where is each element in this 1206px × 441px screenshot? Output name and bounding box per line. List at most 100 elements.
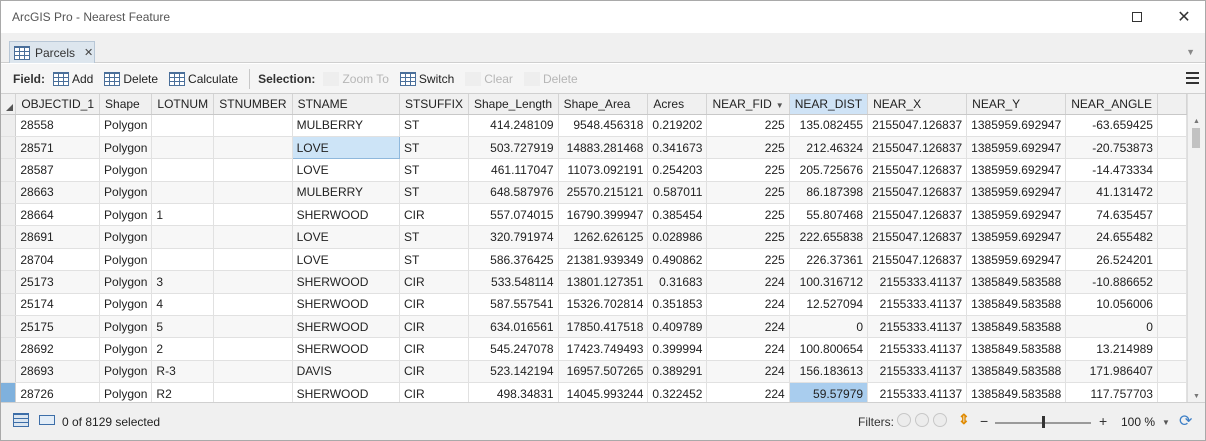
table-cell[interactable]: 2155047.126837 (867, 158, 968, 182)
table-cell[interactable]: ST (399, 248, 469, 272)
zoom-in-button[interactable]: + (1099, 413, 1107, 429)
table-cell[interactable]: 533.548114 (468, 270, 559, 294)
zoom-dropdown-icon[interactable]: ▼ (1162, 418, 1170, 427)
column-header-shape-length[interactable]: Shape_Length (468, 94, 559, 115)
table-cell[interactable]: 28571 (15, 136, 101, 160)
table-cell[interactable]: 587.557541 (468, 293, 559, 317)
table-cell[interactable]: 14045.993244 (558, 382, 649, 402)
extent-filter-icon[interactable] (897, 413, 911, 427)
column-header-near-fid[interactable]: NEAR_FID ▼ (706, 94, 790, 115)
table-cell[interactable]: 24.655482 (1065, 225, 1158, 249)
table-cell[interactable]: 225 (706, 181, 790, 205)
row-selector[interactable] (1, 360, 17, 384)
menu-icon[interactable] (1186, 72, 1199, 84)
table-cell[interactable]: 1385959.692947 (966, 248, 1067, 272)
table-cell[interactable]: 225 (706, 114, 790, 137)
select-all-corner[interactable] (1, 94, 17, 115)
table-cell[interactable]: 1385959.692947 (966, 225, 1067, 249)
table-cell[interactable]: 86.187398 (789, 181, 869, 205)
table-cell[interactable] (213, 114, 293, 137)
table-cell[interactable]: 226.37361 (789, 248, 869, 272)
table-cell[interactable]: 25175 (15, 315, 101, 339)
table-cell[interactable]: 16957.507265 (558, 360, 649, 384)
table-cell[interactable]: 2155047.126837 (867, 114, 968, 137)
table-cell[interactable]: 1385849.583588 (966, 382, 1067, 402)
table-cell[interactable]: MULBERRY (292, 181, 400, 205)
table-cell[interactable]: 222.655838 (789, 225, 869, 249)
row-selector[interactable] (1, 337, 17, 361)
show-selected-records-icon[interactable] (39, 415, 55, 425)
row-selector[interactable] (1, 225, 17, 249)
table-cell[interactable] (151, 158, 215, 182)
table-cell[interactable]: 17423.749493 (558, 337, 649, 361)
table-cell[interactable]: LOVE (292, 158, 400, 182)
table-cell[interactable] (151, 225, 215, 249)
table-cell[interactable]: Polygon (99, 337, 153, 361)
table-cell[interactable]: Polygon (99, 315, 153, 339)
table-cell[interactable]: 1385959.692947 (966, 158, 1067, 182)
table-cell[interactable]: 74.635457 (1065, 203, 1158, 227)
table-cell[interactable]: SHERWOOD (292, 293, 400, 317)
table-cell[interactable]: 1385959.692947 (966, 181, 1067, 205)
table-cell[interactable]: 3 (151, 270, 215, 294)
table-cell[interactable]: ST (399, 158, 469, 182)
table-cell[interactable]: 2155047.126837 (867, 248, 968, 272)
table-cell[interactable] (213, 203, 293, 227)
table-cell[interactable]: 100.800654 (789, 337, 869, 361)
table-cell[interactable]: 1385959.692947 (966, 203, 1067, 227)
table-cell[interactable]: 25174 (15, 293, 101, 317)
table-cell[interactable]: 1385849.583588 (966, 315, 1067, 339)
table-cell[interactable]: 11073.092191 (558, 158, 649, 182)
table-cell[interactable]: 0.587011 (647, 181, 708, 205)
table-cell[interactable]: 25570.215121 (558, 181, 649, 205)
table-cell[interactable]: 523.142194 (468, 360, 559, 384)
table-cell[interactable]: Polygon (99, 270, 153, 294)
table-cell[interactable]: 0 (1065, 315, 1158, 339)
table-cell[interactable] (213, 382, 293, 402)
row-selector[interactable] (1, 248, 17, 272)
tab-close-icon[interactable]: ✕ (84, 46, 93, 59)
table-cell[interactable]: CIR (399, 315, 469, 339)
table-cell[interactable]: Polygon (99, 158, 153, 182)
table-cell[interactable]: 225 (706, 203, 790, 227)
table-cell[interactable]: SHERWOOD (292, 337, 400, 361)
table-cell[interactable]: 498.34831 (468, 382, 559, 402)
table-cell[interactable]: 28587 (15, 158, 101, 182)
table-cell[interactable]: 205.725676 (789, 158, 869, 182)
table-cell[interactable]: 28558 (15, 114, 101, 137)
switch-selection-button[interactable]: Switch (399, 71, 454, 86)
table-cell[interactable] (213, 360, 293, 384)
table-cell[interactable]: Polygon (99, 114, 153, 137)
table-cell[interactable]: 224 (706, 315, 790, 339)
table-row[interactable]: 28664 Polygon 1 SHERWOOD CIR 557.074015 16790.… (1, 203, 1187, 227)
table-cell[interactable]: 28692 (15, 337, 101, 361)
table-row[interactable]: 28692 Polygon 2 SHERWOOD CIR 545.247078 17423.… (1, 337, 1187, 361)
table-cell[interactable]: 2155333.41137 (867, 337, 968, 361)
table-row[interactable]: 28726 Polygon R2 SHERWOOD CIR 498.34831 14045.… (1, 382, 1187, 402)
table-cell[interactable] (151, 136, 215, 160)
table-cell[interactable]: 1385849.583588 (966, 337, 1067, 361)
table-cell[interactable] (213, 181, 293, 205)
table-cell[interactable]: Polygon (99, 382, 153, 402)
table-cell[interactable]: Polygon (99, 225, 153, 249)
column-header-near-x[interactable]: NEAR_X (867, 94, 968, 115)
row-selector[interactable] (1, 114, 17, 137)
table-cell[interactable]: 0 (789, 315, 869, 339)
table-row[interactable]: 28691 Polygon LOVE ST 320.791974 1262.626125 0… (1, 225, 1187, 249)
table-cell[interactable]: 224 (706, 360, 790, 384)
table-cell[interactable]: 15326.702814 (558, 293, 649, 317)
table-cell[interactable]: 28663 (15, 181, 101, 205)
table-cell[interactable]: 28693 (15, 360, 101, 384)
table-cell[interactable]: ST (399, 225, 469, 249)
row-selector[interactable] (1, 270, 17, 294)
table-row[interactable]: 28704 Polygon LOVE ST 586.376425 21381.939349… (1, 248, 1187, 272)
row-selector[interactable] (1, 158, 17, 182)
table-cell[interactable]: CIR (399, 270, 469, 294)
table-cell[interactable]: 225 (706, 158, 790, 182)
column-header-near-y[interactable]: NEAR_Y (966, 94, 1067, 115)
table-cell[interactable]: 1385849.583588 (966, 270, 1067, 294)
table-cell[interactable]: 17850.417518 (558, 315, 649, 339)
table-row[interactable]: 28587 Polygon LOVE ST 461.117047 11073.092191… (1, 158, 1187, 182)
table-cell[interactable]: 1385849.583588 (966, 293, 1067, 317)
table-cell[interactable]: 2155333.41137 (867, 360, 968, 384)
